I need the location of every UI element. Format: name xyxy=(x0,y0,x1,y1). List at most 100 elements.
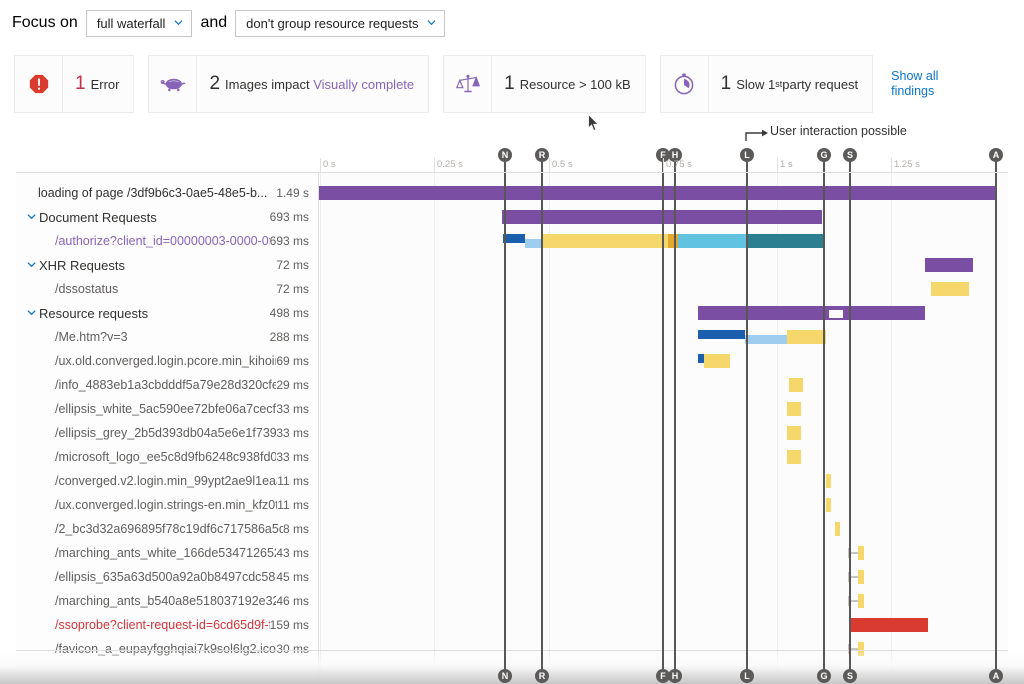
focus-scope-select[interactable]: full waterfall xyxy=(86,10,193,37)
request-row[interactable]: /info_4883eb1a3cbdddf5a79e28d320cfe5...2… xyxy=(16,373,319,397)
waterfall-bar[interactable] xyxy=(826,474,831,488)
request-row[interactable]: /ellipsis_635a63d500a92a0b8497cdc58d0...… xyxy=(16,565,319,589)
request-name: /ellipsis_white_5ac590ee72bfe06a7cecfd7.… xyxy=(16,402,276,416)
request-row[interactable]: /converged.v2.login.min_99ypt2ae9l1eaa2.… xyxy=(16,469,319,493)
waterfall-bar[interactable] xyxy=(319,186,997,200)
request-row[interactable]: /ellipsis_grey_2b5d393db04a5e6e1f739cb..… xyxy=(16,421,319,445)
turtle-icon xyxy=(149,56,197,112)
finding-count: 1 xyxy=(75,73,86,95)
gridline xyxy=(891,173,892,684)
timeline-marker-line xyxy=(746,162,748,172)
request-row[interactable]: /ssoprobe?client-request-id=6cd65d9f-f..… xyxy=(16,613,319,637)
request-duration: 693 ms xyxy=(270,234,319,248)
finding-card-slow-request-text: 1 Slow 1st party request xyxy=(709,56,873,112)
finding-card-error[interactable]: 1 Error xyxy=(14,55,134,113)
waterfall-bar[interactable] xyxy=(698,330,826,344)
request-row[interactable]: /Me.htm?v=3288 ms xyxy=(16,325,319,349)
waterfall-bar[interactable] xyxy=(835,522,840,536)
focus-on-label: Focus on xyxy=(12,14,78,32)
waterfall-bar[interactable] xyxy=(931,282,969,296)
request-row[interactable]: /marching_ants_b540a8e518037192e32c4f...… xyxy=(16,589,319,613)
bar-segment-connect xyxy=(858,642,864,656)
finding-card-slow-request[interactable]: 1 Slow 1st party request xyxy=(660,55,874,113)
request-row[interactable]: /ux.converged.login.strings-en.min_kfz0t… xyxy=(16,493,319,517)
timeline-marker-line xyxy=(662,173,664,684)
show-all-findings-link[interactable]: Show all findings xyxy=(891,69,955,99)
request-name: /dssostatus xyxy=(16,282,276,296)
bar-gap xyxy=(829,308,843,318)
request-row[interactable]: /marching_ants_white_166de53471265253...… xyxy=(16,541,319,565)
request-duration: 33 ms xyxy=(276,402,319,416)
axis-tick-label: 0.5 s xyxy=(552,159,573,170)
request-row[interactable]: /ellipsis_white_5ac590ee72bfe06a7cecfd7.… xyxy=(16,397,319,421)
request-row[interactable]: /favicon_a_eupayfgghqiai7k9sol6lg2.ico30… xyxy=(16,637,319,661)
request-duration: 1.49 s xyxy=(276,186,319,200)
request-name: /converged.v2.login.min_99ypt2ae9l1eaa2.… xyxy=(16,474,277,488)
finding-label: Resource > 100 kB xyxy=(520,77,631,92)
focus-conjunction-label: and xyxy=(200,14,227,32)
request-name: /Me.htm?v=3 xyxy=(16,330,270,344)
focus-group-select[interactable]: don't group resource requests xyxy=(235,10,445,37)
chevron-down-icon[interactable] xyxy=(23,308,39,319)
timeline-marker-s[interactable]: S xyxy=(843,148,857,162)
finding-card-resource-size[interactable]: 1 Resource > 100 kB xyxy=(443,55,646,113)
waterfall-bar[interactable] xyxy=(787,402,801,416)
finding-card-images-text: 2 Images impact Visually complete xyxy=(197,56,428,112)
waterfall-bar[interactable] xyxy=(858,594,864,608)
finding-card-images[interactable]: 2 Images impact Visually complete xyxy=(148,55,429,113)
request-row[interactable]: /microsoft_logo_ee5c8d9fb6248c938fd0d...… xyxy=(16,445,319,469)
waterfall-bar[interactable] xyxy=(698,354,730,368)
chevron-down-icon[interactable] xyxy=(23,260,39,271)
request-row[interactable]: loading of page /3df9b6c3-0ae5-48e5-b...… xyxy=(16,181,319,205)
timeline-marker-line xyxy=(849,162,851,172)
request-duration: 29 ms xyxy=(276,378,319,392)
axis-tick-label: 0.25 s xyxy=(437,159,463,170)
request-row[interactable]: /2_bc3d32a696895f78c19df6c717586a5d.s...… xyxy=(16,517,319,541)
waterfall-bar[interactable] xyxy=(925,258,973,272)
gridline xyxy=(434,173,435,684)
request-name: Resource requests xyxy=(39,306,270,321)
timeline-marker-l[interactable]: L xyxy=(740,148,754,162)
finding-label: Images impact xyxy=(225,77,310,92)
request-name: /authorize?client_id=00000003-0000-0f... xyxy=(16,234,270,248)
timeline-marker-line xyxy=(674,173,676,684)
request-group-row[interactable]: Document Requests693 ms xyxy=(16,205,319,229)
request-name: /microsoft_logo_ee5c8d9fb6248c938fd0d... xyxy=(16,450,276,464)
axis-tick-label: 0 s xyxy=(323,159,336,170)
request-row[interactable]: /dssostatus72 ms xyxy=(16,277,319,301)
axis-tick xyxy=(549,158,550,172)
request-row[interactable]: /authorize?client_id=00000003-0000-0f...… xyxy=(16,229,319,253)
request-row[interactable]: /ux.old.converged.login.pcore.min_kihoin… xyxy=(16,349,319,373)
timeline-marker-line xyxy=(541,162,543,172)
waterfall-bar[interactable] xyxy=(787,450,801,464)
chevron-down-icon[interactable] xyxy=(23,212,39,223)
request-duration: 11 ms xyxy=(277,498,319,512)
timeline-marker-r[interactable]: R xyxy=(535,148,549,162)
bar-segment-connect xyxy=(704,354,730,368)
request-group-row[interactable]: XHR Requests72 ms xyxy=(16,253,319,277)
request-name: XHR Requests xyxy=(39,258,276,273)
waterfall-bar[interactable] xyxy=(849,618,928,632)
request-name: /ellipsis_grey_2b5d393db04a5e6e1f739cb..… xyxy=(16,426,276,440)
request-name: /marching_ants_white_166de53471265253... xyxy=(16,546,276,560)
waterfall-bar[interactable] xyxy=(787,426,801,440)
request-name: /ellipsis_635a63d500a92a0b8497cdc58d0... xyxy=(16,570,276,584)
request-duration: 159 ms xyxy=(270,618,319,632)
waterfall-bar[interactable] xyxy=(858,642,864,656)
waterfall-bar[interactable] xyxy=(858,570,864,584)
waterfall-bar[interactable] xyxy=(858,546,864,560)
axis-tick xyxy=(777,158,778,172)
waterfall-bar[interactable] xyxy=(789,378,803,392)
axis-tick xyxy=(663,158,664,172)
bar-segment-connect xyxy=(543,234,668,248)
request-group-row[interactable]: Resource requests498 ms xyxy=(16,301,319,325)
timeline-marker-a[interactable]: A xyxy=(989,148,1003,162)
request-duration: 288 ms xyxy=(270,330,319,344)
timeline-marker-n[interactable]: N xyxy=(498,148,512,162)
timeline-marker-g[interactable]: G xyxy=(817,148,831,162)
waterfall-bar[interactable] xyxy=(698,306,925,320)
request-duration: 72 ms xyxy=(276,282,319,296)
axis-tick-label: 0.75 s xyxy=(666,159,692,170)
request-name: /ux.converged.login.strings-en.min_kfz0t… xyxy=(16,498,277,512)
waterfall-bar[interactable] xyxy=(826,498,831,512)
